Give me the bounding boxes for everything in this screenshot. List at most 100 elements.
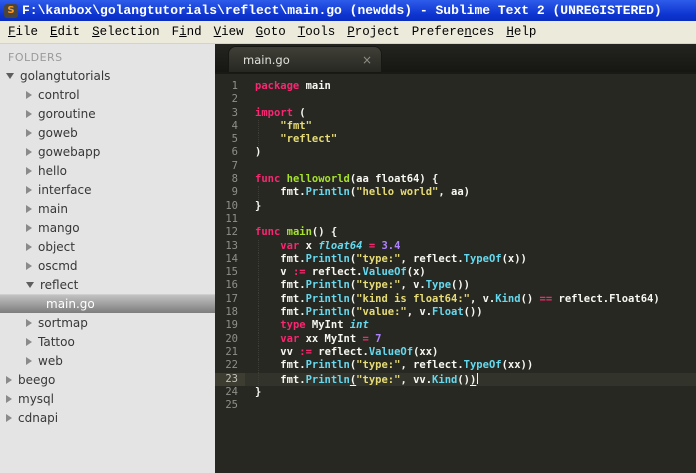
code-line-14[interactable]: 14 fmt.Println("type:", reflect.TypeOf(x… — [215, 252, 696, 267]
triangle-collapsed-icon[interactable] — [26, 318, 32, 327]
menu-item-find[interactable]: Find — [166, 21, 208, 44]
code-line-19[interactable]: 19 type MyInt int — [215, 319, 696, 333]
code-line-25[interactable]: 25 — [215, 399, 696, 412]
line-number[interactable]: 4 — [215, 120, 245, 133]
triangle-collapsed-icon[interactable] — [26, 337, 32, 346]
line-number[interactable]: 12 — [215, 226, 245, 239]
triangle-collapsed-icon[interactable] — [26, 223, 32, 232]
code-line-17[interactable]: 17 fmt.Println("kind is float64:", v.Kin… — [215, 292, 696, 307]
line-number[interactable]: 14 — [215, 253, 245, 266]
menu-item-goto[interactable]: Goto — [250, 21, 292, 44]
triangle-collapsed-icon[interactable] — [26, 166, 32, 175]
menu-item-help[interactable]: Help — [500, 21, 542, 44]
line-number[interactable]: 10 — [215, 200, 245, 213]
code-line-13[interactable]: 13 var x float64 = 3.4 — [215, 239, 696, 254]
sidebar-item-goweb[interactable]: goweb — [0, 123, 215, 142]
triangle-collapsed-icon[interactable] — [26, 356, 32, 365]
code-area[interactable]: 1 package main 2 3 import (4 "fmt" 5 "reflect… — [215, 74, 696, 473]
sidebar-item-main[interactable]: main — [0, 199, 215, 218]
triangle-collapsed-icon[interactable] — [26, 90, 32, 99]
code-line-8[interactable]: 8 func helloworld(aa float64) { — [215, 173, 696, 186]
code-line-18[interactable]: 18 fmt.Println("value:", v.Float()) — [215, 306, 696, 320]
code-line-7[interactable]: 7 — [215, 160, 696, 173]
triangle-expanded-icon[interactable] — [6, 73, 14, 79]
menu-item-tools[interactable]: Tools — [292, 21, 342, 44]
line-number[interactable]: 16 — [215, 279, 245, 292]
code-line-6[interactable]: 6) — [215, 146, 696, 159]
tab-main-go[interactable]: main.go × — [229, 47, 381, 72]
line-number[interactable]: 23 — [215, 372, 245, 386]
line-number[interactable]: 2 — [215, 93, 245, 106]
code-line-10[interactable]: 10} — [215, 200, 696, 213]
code-line-12[interactable]: 12 func main() { — [215, 226, 696, 239]
triangle-collapsed-icon[interactable] — [6, 375, 12, 384]
line-number[interactable]: 18 — [215, 306, 245, 319]
line-number[interactable]: 15 — [215, 266, 245, 279]
menu-item-file[interactable]: File — [2, 21, 44, 44]
code-line-24[interactable]: 24} — [215, 386, 696, 399]
line-number[interactable]: 21 — [215, 346, 245, 359]
sidebar-item-goroutine[interactable]: goroutine — [0, 104, 215, 123]
line-number[interactable]: 7 — [215, 160, 245, 173]
line-number[interactable]: 5 — [215, 133, 245, 146]
code-line-20[interactable]: 20 var xx MyInt = 7 — [215, 332, 696, 347]
triangle-collapsed-icon[interactable] — [26, 128, 32, 137]
line-number[interactable]: 6 — [215, 146, 245, 159]
triangle-expanded-icon[interactable] — [26, 282, 34, 288]
code-line-22[interactable]: 22 fmt.Println("type:", reflect.TypeOf(x… — [215, 359, 696, 373]
code-line-2[interactable]: 2 — [215, 93, 696, 106]
menu-item-project[interactable]: Project — [341, 21, 406, 44]
code-line-1[interactable]: 1 package main — [215, 80, 696, 93]
triangle-collapsed-icon[interactable] — [6, 394, 12, 403]
sidebar-item-gowebapp[interactable]: gowebapp — [0, 142, 215, 161]
line-number[interactable]: 20 — [215, 333, 245, 346]
code-line-21[interactable]: 21 vv := reflect.ValueOf(xx) — [215, 345, 696, 360]
line-number[interactable]: 3 — [215, 107, 245, 120]
sidebar-item-sortmap[interactable]: sortmap — [0, 313, 215, 332]
code-line-5[interactable]: 5 "reflect" — [215, 133, 696, 147]
line-number[interactable]: 9 — [215, 186, 245, 199]
sidebar-item-reflect[interactable]: reflect — [0, 275, 215, 294]
line-number[interactable]: 24 — [215, 386, 245, 399]
menu-item-preferences[interactable]: Preferences — [406, 21, 501, 44]
sidebar-item-main-go[interactable]: main.go — [0, 294, 215, 313]
line-number[interactable]: 22 — [215, 359, 245, 372]
menu-item-selection[interactable]: Selection — [86, 21, 166, 44]
menu-item-edit[interactable]: Edit — [44, 21, 86, 44]
sidebar-item-mango[interactable]: mango — [0, 218, 215, 237]
sidebar-item-interface[interactable]: interface — [0, 180, 215, 199]
code-line-16[interactable]: 16 fmt.Println("type:", v.Type()) — [215, 279, 696, 294]
triangle-collapsed-icon[interactable] — [26, 147, 32, 156]
triangle-collapsed-icon[interactable] — [26, 185, 32, 194]
sidebar-item-golangtutorials[interactable]: golangtutorials — [0, 66, 215, 85]
sublime-app-icon[interactable]: S — [4, 3, 18, 18]
line-number[interactable]: 8 — [215, 173, 245, 186]
line-number[interactable]: 13 — [215, 240, 245, 253]
sidebar-item-oscmd[interactable]: oscmd — [0, 256, 215, 275]
sidebar-item-mysql[interactable]: mysql — [0, 389, 215, 408]
line-number[interactable]: 1 — [215, 80, 245, 93]
code-line-3[interactable]: 3 import ( — [215, 107, 696, 120]
code-line-15[interactable]: 15 v := reflect.ValueOf(x) — [215, 266, 696, 280]
triangle-collapsed-icon[interactable] — [26, 109, 32, 118]
sidebar-item-control[interactable]: control — [0, 85, 215, 104]
line-number[interactable]: 25 — [215, 399, 245, 412]
sidebar-item-object[interactable]: object — [0, 237, 215, 256]
sidebar-item-web[interactable]: web — [0, 351, 215, 370]
line-number[interactable]: 17 — [215, 293, 245, 306]
sidebar-item-hello[interactable]: hello — [0, 161, 215, 180]
line-number[interactable]: 11 — [215, 213, 245, 226]
triangle-collapsed-icon[interactable] — [26, 261, 32, 270]
code-line-4[interactable]: 4 "fmt" — [215, 119, 696, 134]
tab-close-icon[interactable]: × — [362, 53, 372, 67]
triangle-collapsed-icon[interactable] — [6, 413, 12, 422]
triangle-collapsed-icon[interactable] — [26, 242, 32, 251]
sidebar-item-tattoo[interactable]: Tattoo — [0, 332, 215, 351]
code-line-23[interactable]: 23 fmt.Println("type:", vv.Kind()) — [215, 372, 696, 387]
triangle-collapsed-icon[interactable] — [26, 204, 32, 213]
sidebar-item-cdnapi[interactable]: cdnapi — [0, 408, 215, 427]
line-number[interactable]: 19 — [215, 319, 245, 332]
sidebar-item-beego[interactable]: beego — [0, 370, 215, 389]
code-line-9[interactable]: 9 fmt.Println("hello world", aa) — [215, 186, 696, 200]
code-line-11[interactable]: 11 — [215, 213, 696, 226]
